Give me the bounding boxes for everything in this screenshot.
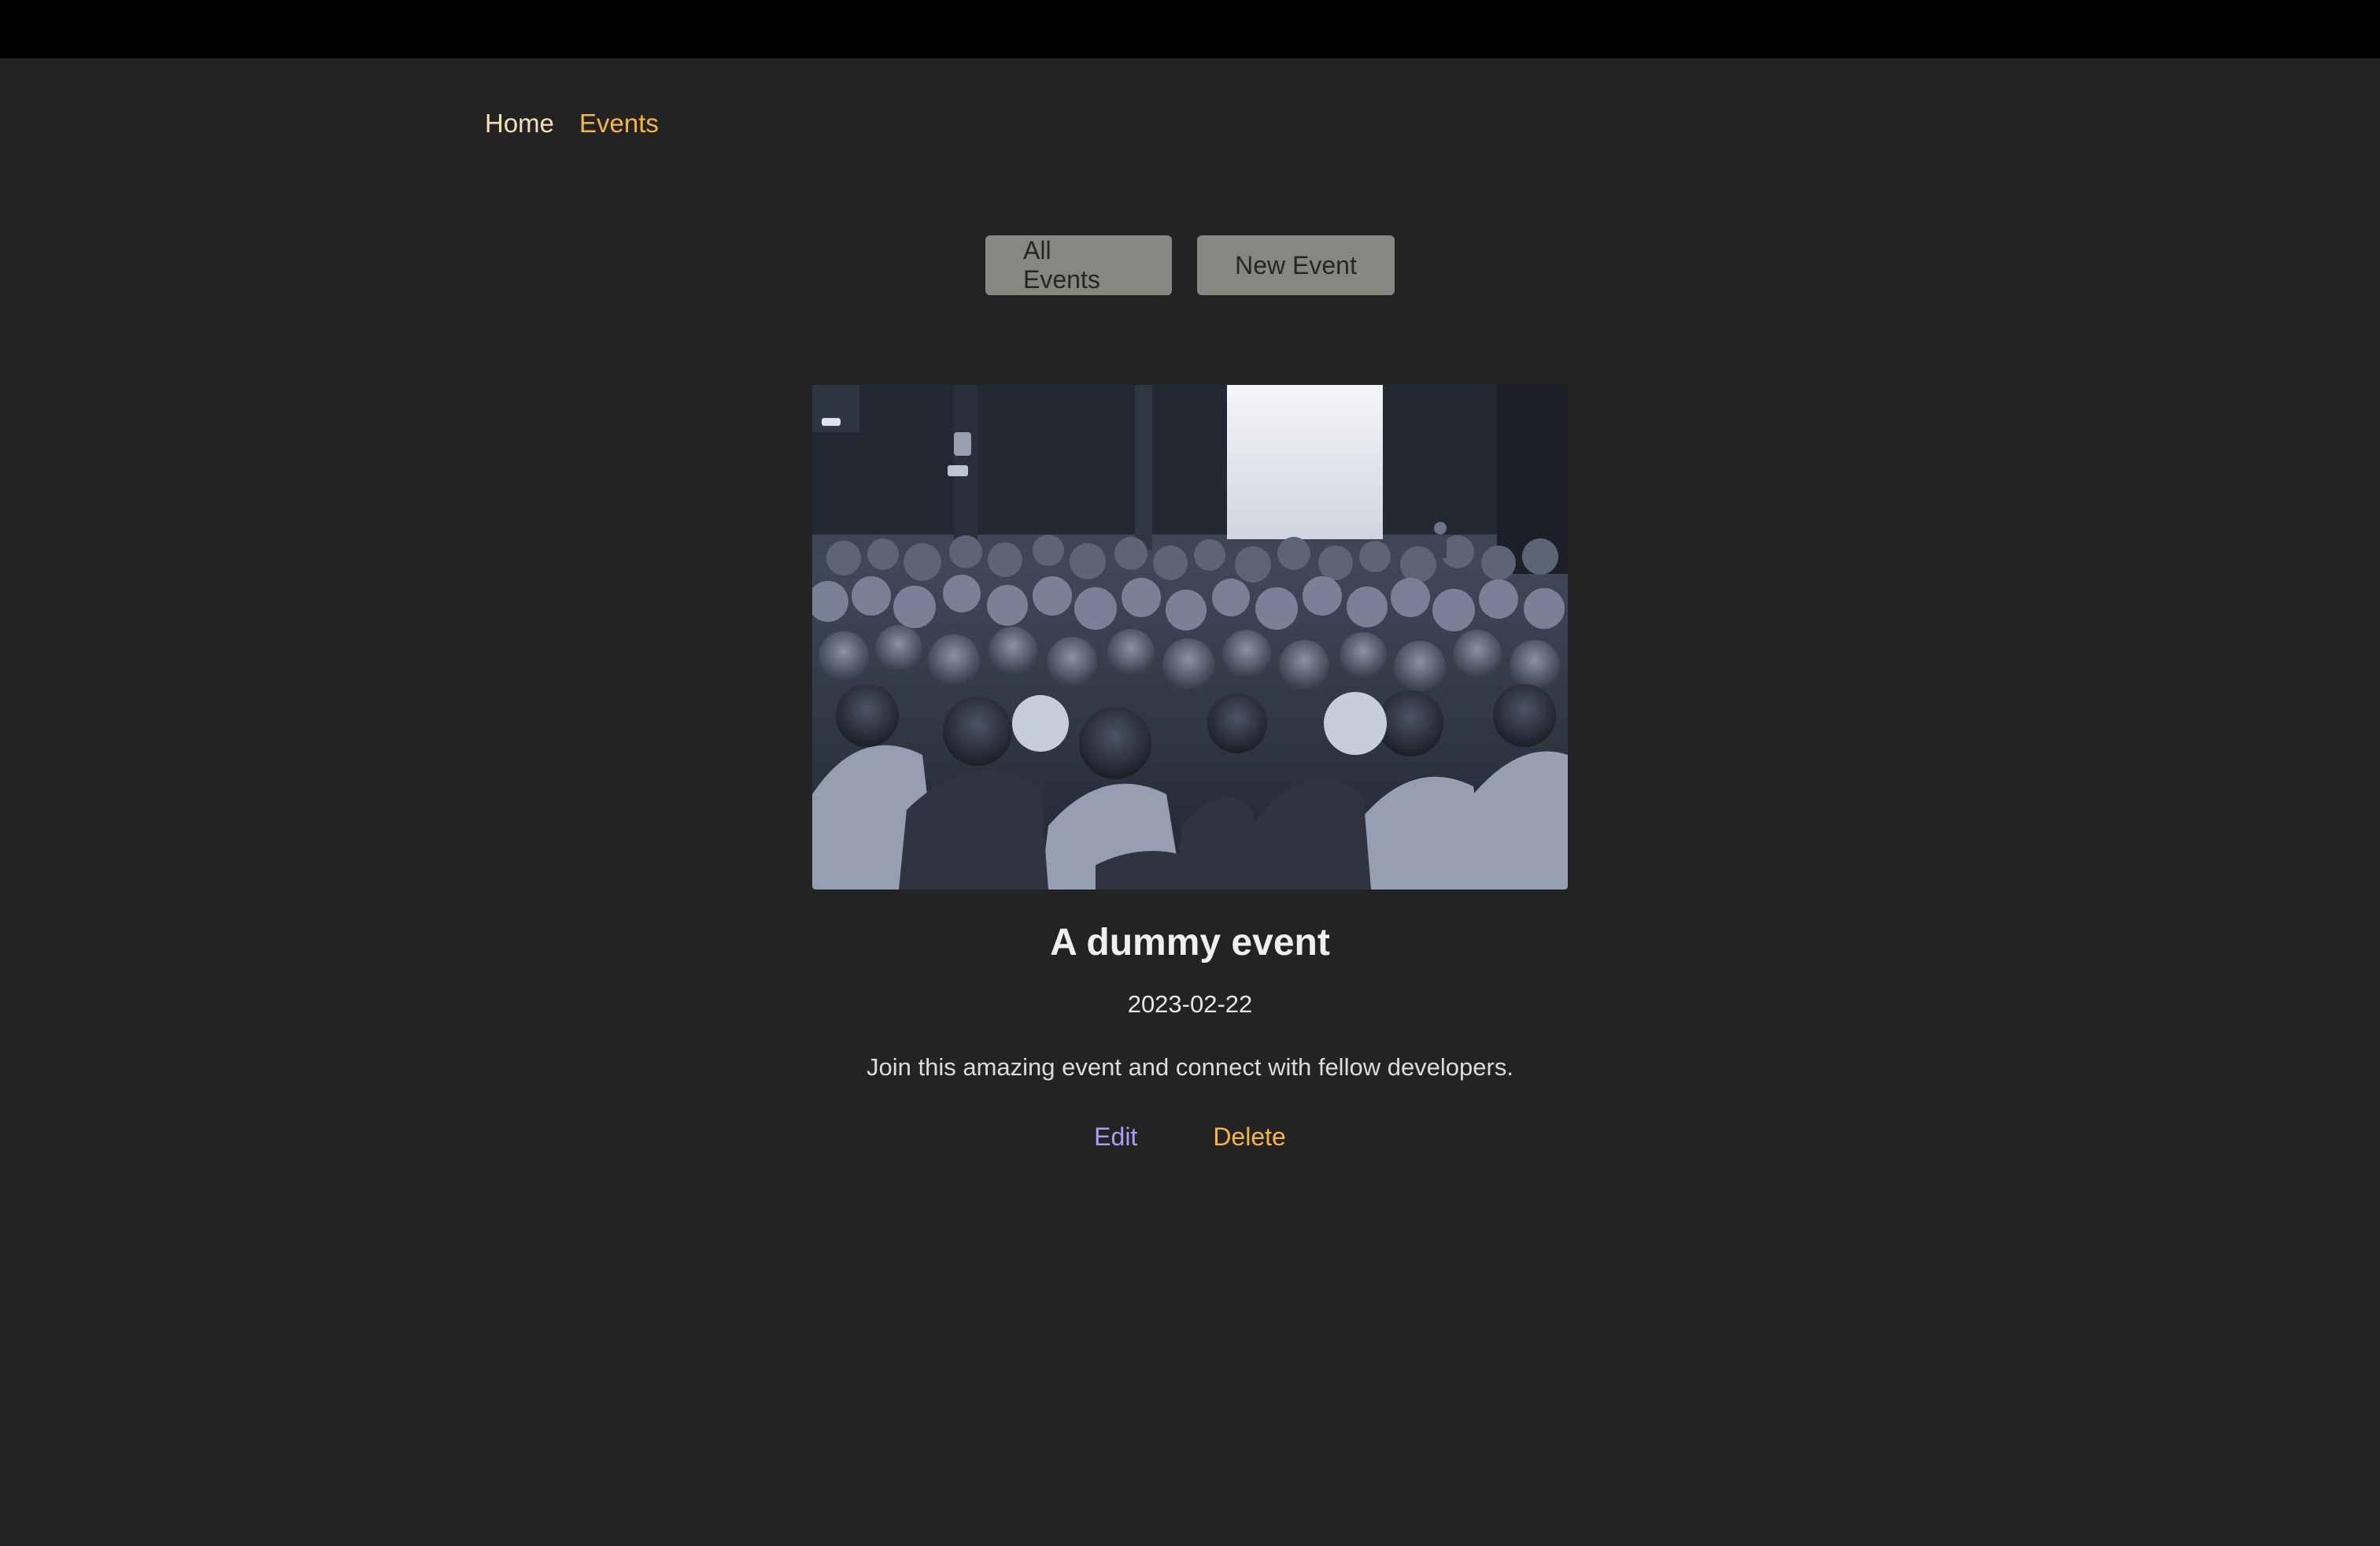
delete-event-button[interactable]: Delete (1213, 1121, 1286, 1152)
new-event-button[interactable]: New Event (1197, 235, 1395, 295)
all-events-button[interactable]: All Events (985, 235, 1172, 295)
nav-link-home[interactable]: Home (485, 109, 554, 139)
browser-top-bar (0, 0, 2380, 58)
event-date: 2023-02-22 (1127, 990, 1253, 1018)
event-detail-card: A dummy event 2023-02-22 Join this amazi… (812, 385, 1568, 1152)
event-title: A dummy event (1050, 922, 1330, 963)
event-actions: Edit Delete (812, 1121, 1568, 1152)
nav-link-events[interactable]: Events (579, 109, 659, 139)
event-description: Join this amazing event and connect with… (867, 1053, 1513, 1081)
main-navigation: Home Events (485, 109, 659, 139)
event-image (812, 385, 1568, 890)
edit-event-link[interactable]: Edit (1094, 1121, 1137, 1152)
events-action-bar: All Events New Event (0, 235, 2380, 295)
